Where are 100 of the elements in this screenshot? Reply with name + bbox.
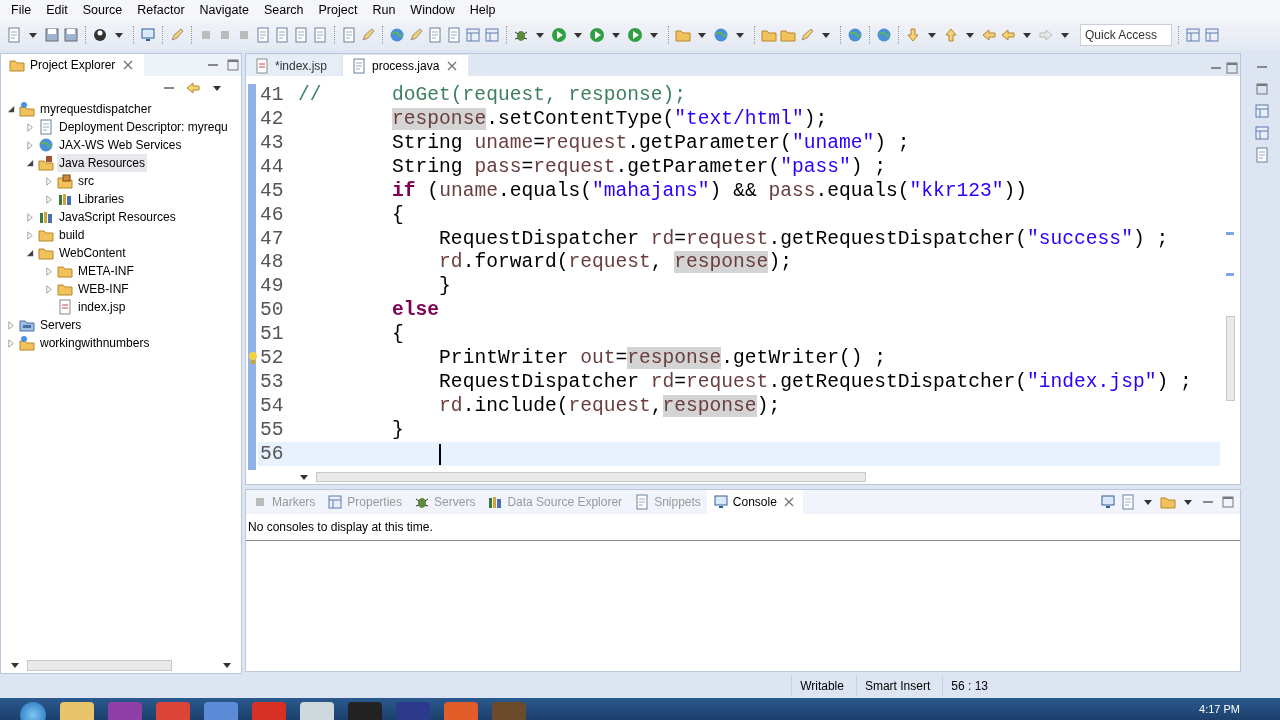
new-file-icon[interactable]: [427, 27, 443, 43]
globe-icon[interactable]: [847, 27, 863, 43]
tree-item[interactable]: WEB-INF: [76, 280, 131, 298]
status-field: 56 : 13: [942, 676, 1000, 696]
save-icon[interactable]: [63, 27, 79, 43]
maximize-icon[interactable]: [1224, 60, 1240, 76]
pencil-icon[interactable]: [169, 27, 185, 43]
perspective-icon[interactable]: [1204, 27, 1220, 43]
tree-item[interactable]: WebContent: [57, 244, 128, 262]
menu-item[interactable]: Project: [311, 0, 366, 20]
monitor-icon[interactable]: [140, 27, 156, 43]
tree-item[interactable]: META-INF: [76, 262, 136, 280]
warning-icon[interactable]: [248, 350, 258, 365]
tree-item[interactable]: index.jsp: [76, 298, 128, 316]
back-arrow-icon[interactable]: [185, 80, 201, 96]
perspective-icon[interactable]: [465, 27, 481, 43]
new-file-icon: [38, 119, 54, 135]
pencil-icon[interactable]: [360, 27, 376, 43]
globe-icon[interactable]: [876, 27, 892, 43]
tree-item[interactable]: Servers: [38, 316, 84, 334]
new-file-icon[interactable]: [341, 27, 357, 43]
code-line: String pass=request.getParameter("pass") ;: [392, 154, 886, 180]
expand-toggle[interactable]: [26, 230, 35, 240]
maximize-icon[interactable]: [1220, 494, 1236, 510]
tree-item[interactable]: src: [76, 172, 96, 190]
line-number: 43: [259, 131, 285, 157]
tree-item[interactable]: Libraries: [76, 190, 127, 208]
new-file-icon[interactable]: [312, 27, 328, 43]
folder-icon: [9, 57, 25, 73]
server-folder-icon: [19, 317, 35, 333]
tree-item[interactable]: myrequestdispatcher: [38, 100, 154, 118]
expand-toggle[interactable]: [26, 122, 35, 132]
expand-toggle[interactable]: [45, 266, 54, 276]
project-icon: [19, 335, 35, 351]
expand-toggle[interactable]: [7, 338, 16, 348]
code-line: RequestDispatcher rd=request.getRequestDispatcher("success") ;: [439, 226, 1169, 252]
overview-mark: [1226, 232, 1234, 235]
perspective-icon[interactable]: [1254, 103, 1270, 119]
pencil-icon[interactable]: [408, 27, 424, 43]
new-file-icon[interactable]: [274, 27, 290, 43]
scrollbar-thumb[interactable]: [1225, 316, 1235, 401]
maximize-icon[interactable]: [225, 57, 241, 73]
scrollbar-thumb[interactable]: [316, 472, 866, 482]
code-line: RequestDispatcher rd=request.getRequestDispatcher("index.jsp") ;: [439, 369, 1192, 395]
editor-tab[interactable]: *index.jsp: [246, 55, 341, 76]
status-field: Writable: [791, 676, 856, 696]
folder-icon[interactable]: [761, 27, 777, 43]
menu-item[interactable]: Window: [403, 0, 463, 20]
library-icon: [38, 209, 54, 225]
tree-item[interactable]: JAX-WS Web Services: [57, 136, 184, 154]
line-number: 47: [259, 226, 285, 252]
menu-item[interactable]: Search: [256, 0, 312, 20]
menu-item[interactable]: Help: [462, 0, 504, 20]
globe-icon[interactable]: [389, 27, 405, 43]
tree-item[interactable]: workingwithnumbers: [38, 334, 152, 352]
line-number: 49: [259, 274, 285, 300]
code-line: // doGet(request, response);: [298, 83, 687, 109]
folder-icon[interactable]: [780, 27, 796, 43]
menu-item[interactable]: Refactor: [130, 0, 193, 20]
monitor-icon[interactable]: [1100, 494, 1116, 510]
collapse-toggle[interactable]: [26, 158, 35, 168]
scrollbar-thumb[interactable]: [27, 659, 172, 671]
menu-item[interactable]: Source: [75, 0, 131, 20]
clock: 4:17 PM: [1199, 702, 1240, 717]
code-line: }: [439, 274, 451, 300]
perspective-icon[interactable]: [484, 27, 500, 43]
expand-toggle[interactable]: [45, 284, 54, 294]
menu-item[interactable]: Run: [365, 0, 404, 20]
menu-item[interactable]: File: [4, 0, 40, 20]
editor-tab[interactable]: process.java: [343, 55, 469, 76]
person-icon[interactable]: [92, 27, 108, 43]
collapse-toggle[interactable]: [7, 104, 16, 114]
expand-toggle[interactable]: [26, 212, 35, 222]
expand-toggle[interactable]: [45, 176, 54, 186]
new-file-icon[interactable]: [1254, 147, 1270, 163]
line-number: 52: [259, 346, 285, 372]
tree-item[interactable]: Java Resources: [57, 154, 148, 172]
view-tab[interactable]: Project Explorer: [1, 54, 145, 76]
perspective-icon[interactable]: [1185, 27, 1201, 43]
collapse-toggle[interactable]: [26, 248, 35, 258]
line-number: 46: [259, 202, 285, 228]
folder-icon: [38, 245, 54, 261]
quick-access-field[interactable]: Quick Access: [1080, 24, 1172, 46]
new-file-icon[interactable]: [293, 27, 309, 43]
expand-toggle[interactable]: [7, 320, 16, 330]
menu-item[interactable]: Navigate: [192, 0, 257, 20]
new-file-icon[interactable]: [255, 27, 271, 43]
tree-item[interactable]: JavaScript Resources: [57, 208, 178, 226]
menu-item[interactable]: Edit: [39, 0, 76, 20]
tree-item[interactable]: Deployment Descriptor: myrequ: [57, 118, 230, 136]
maximize-icon[interactable]: [1254, 81, 1270, 97]
panel-tab[interactable]: Console: [706, 490, 803, 514]
perspective-icon[interactable]: [1254, 125, 1270, 141]
line-number: 53: [259, 369, 285, 395]
expand-toggle[interactable]: [45, 194, 54, 204]
expand-toggle[interactable]: [26, 140, 35, 150]
folder-icon: [57, 281, 73, 297]
new-file-icon[interactable]: [446, 27, 462, 43]
tree-item[interactable]: build: [57, 226, 87, 244]
code-line: String uname=request.getParameter("uname") ;: [392, 131, 910, 157]
